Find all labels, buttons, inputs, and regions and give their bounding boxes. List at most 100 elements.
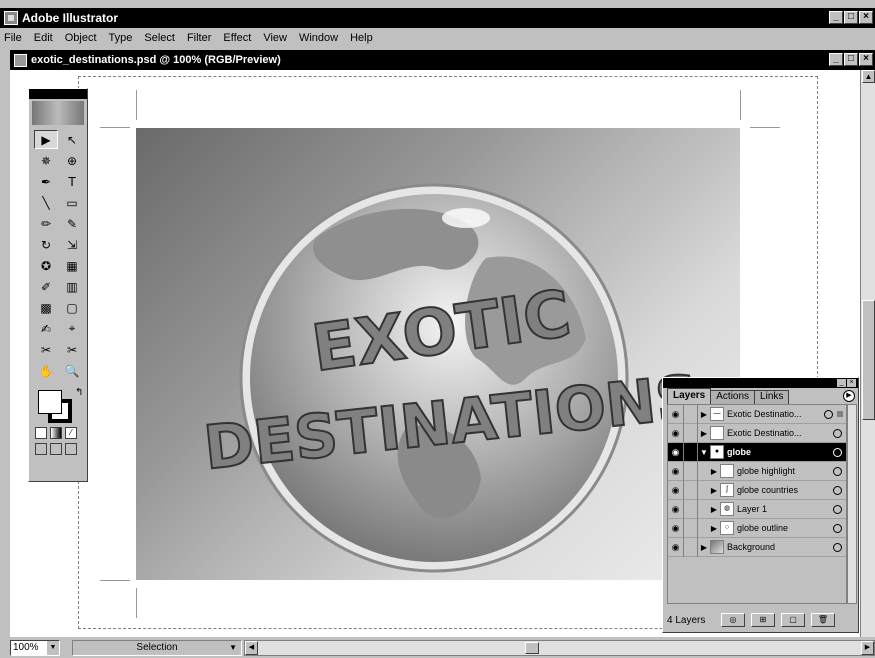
eyedropper-tool-icon[interactable]: ✍	[34, 319, 58, 338]
none-mode-icon[interactable]: ⁄	[65, 427, 77, 439]
magic-wand-tool-icon[interactable]: ✵	[34, 151, 58, 170]
gradient-mode-icon[interactable]	[50, 427, 62, 439]
pencil-tool-icon[interactable]: ✎	[60, 214, 84, 233]
visibility-eye-icon[interactable]: ◉	[668, 518, 684, 538]
scroll-up-icon[interactable]: ▲	[862, 70, 875, 83]
direct-selection-tool-icon[interactable]: ↖	[60, 130, 84, 149]
lock-toggle[interactable]	[684, 404, 698, 424]
graph-tool-icon[interactable]: ▥	[60, 277, 84, 296]
doc-minimize-button[interactable]: _	[829, 53, 843, 66]
paintbrush-tool-icon[interactable]: ✏	[34, 214, 58, 233]
symbol-sprayer-tool-icon[interactable]: ✐	[34, 277, 58, 296]
full-screen-mode-icon[interactable]	[65, 443, 77, 455]
status-menu[interactable]: Selection ▼	[72, 639, 242, 656]
menu-filter[interactable]: Filter	[187, 32, 211, 44]
standard-screen-mode-icon[interactable]	[35, 443, 47, 455]
doc-maximize-button[interactable]: □	[844, 53, 858, 66]
chevron-down-icon[interactable]: ▼	[229, 641, 237, 655]
layer-row[interactable]: ◉ ▶ ʃ globe countries	[668, 480, 846, 500]
menu-view[interactable]: View	[263, 32, 287, 44]
expand-triangle-icon[interactable]: ▶	[708, 505, 720, 514]
target-icon[interactable]	[824, 409, 833, 419]
chevron-down-icon[interactable]: ▼	[47, 640, 59, 655]
target-icon[interactable]	[833, 504, 842, 514]
lock-toggle[interactable]	[684, 442, 698, 462]
menu-object[interactable]: Object	[65, 32, 97, 44]
minimize-button[interactable]: _	[829, 11, 843, 24]
expand-triangle-icon[interactable]: ▶	[698, 543, 710, 552]
color-mode-icon[interactable]	[35, 427, 47, 439]
visibility-eye-icon[interactable]: ◉	[668, 480, 684, 500]
menu-effect[interactable]: Effect	[223, 32, 251, 44]
expand-triangle-icon[interactable]: ▶	[698, 410, 710, 419]
scissors-tool-icon[interactable]: ✂	[60, 340, 84, 359]
expand-triangle-icon[interactable]: ▶	[708, 524, 720, 533]
placed-artwork[interactable]: EXOTIC DESTINATIONS	[136, 128, 740, 580]
zoom-level-field[interactable]: 100% ▼	[10, 639, 60, 656]
document-icon[interactable]	[14, 53, 27, 67]
scale-tool-icon[interactable]: ⇲	[60, 235, 84, 254]
scroll-left-icon[interactable]: ◀	[245, 640, 258, 655]
layers-palette[interactable]: _ × Layers Actions Links ▶ ◉ ▶ — Exotic …	[662, 377, 859, 633]
layer-row[interactable]: ◉ ▶ globe highlight	[668, 461, 846, 481]
palette-menu-icon[interactable]: ▶	[843, 390, 855, 402]
visibility-eye-icon[interactable]: ◉	[668, 404, 684, 424]
collapse-triangle-icon[interactable]: ▼	[698, 448, 710, 457]
blend-tool-icon[interactable]: ⌖	[60, 319, 84, 338]
layer-row[interactable]: ◉ ▶ Background	[668, 537, 846, 557]
menu-window[interactable]: Window	[299, 32, 338, 44]
layer-row-selected[interactable]: ◉ ▼ ● globe	[668, 442, 846, 462]
full-screen-menu-mode-icon[interactable]	[50, 443, 62, 455]
expand-triangle-icon[interactable]: ▶	[698, 429, 710, 438]
layer-row[interactable]: ◉ ▶ ◍ Layer 1	[668, 499, 846, 519]
swap-fill-stroke-icon[interactable]: ↰	[75, 387, 83, 398]
mesh-tool-icon[interactable]: ▩	[34, 298, 58, 317]
zoom-tool-icon[interactable]: 🔍	[60, 361, 84, 380]
tab-actions[interactable]: Actions	[710, 390, 756, 404]
menu-type[interactable]: Type	[109, 32, 133, 44]
toolbox-palette[interactable]: ▶ ↖ ✵ ⊕ ✒ T ╲ ▭ ✏ ✎ ↻ ⇲ ✪ ▦ ✐ ▥ ▩ ▢ ✍ ⌖	[28, 88, 88, 482]
layers-scrollbar[interactable]	[847, 404, 857, 604]
scroll-right-icon[interactable]: ▶	[861, 640, 874, 655]
lock-toggle[interactable]	[684, 518, 698, 538]
type-tool-icon[interactable]: T	[60, 172, 84, 191]
expand-triangle-icon[interactable]: ▶	[708, 467, 720, 476]
pen-tool-icon[interactable]: ✒	[34, 172, 58, 191]
create-sublayer-icon[interactable]: ⊞	[751, 613, 775, 627]
menu-edit[interactable]: Edit	[34, 32, 53, 44]
visibility-eye-icon[interactable]: ◉	[668, 461, 684, 481]
lock-toggle[interactable]	[684, 499, 698, 519]
new-layer-icon[interactable]: ▢	[781, 613, 805, 627]
toolbox-titlebar[interactable]	[29, 89, 87, 99]
visibility-eye-icon[interactable]: ◉	[668, 499, 684, 519]
target-icon[interactable]	[833, 523, 842, 533]
hand-tool-icon[interactable]: ✋	[34, 361, 58, 380]
target-icon[interactable]	[833, 542, 842, 552]
lock-toggle[interactable]	[684, 480, 698, 500]
close-button[interactable]: ×	[859, 11, 873, 24]
rotate-tool-icon[interactable]: ↻	[34, 235, 58, 254]
layer-row[interactable]: ◉ ▶ — Exotic Destinatio...	[668, 404, 846, 424]
lock-toggle[interactable]	[684, 461, 698, 481]
rectangle-tool-icon[interactable]: ▭	[60, 193, 84, 212]
lock-toggle[interactable]	[684, 423, 698, 443]
maximize-button[interactable]: □	[844, 11, 858, 24]
tab-links[interactable]: Links	[754, 390, 790, 404]
target-icon[interactable]	[833, 466, 842, 476]
layers-palette-titlebar[interactable]: _ ×	[663, 378, 858, 388]
horizontal-scroll-thumb[interactable]	[525, 641, 539, 654]
warp-tool-icon[interactable]: ✪	[34, 256, 58, 275]
menu-file[interactable]: File	[4, 32, 22, 44]
layer-row[interactable]: ◉ ▶ Exotic Destinatio...	[668, 423, 846, 443]
palette-minimize-icon[interactable]: _	[837, 379, 846, 387]
visibility-eye-icon[interactable]: ◉	[668, 537, 684, 557]
vertical-scrollbar[interactable]: ▲	[860, 70, 875, 637]
visibility-eye-icon[interactable]: ◉	[668, 423, 684, 443]
fill-swatch[interactable]	[38, 390, 62, 414]
line-tool-icon[interactable]: ╲	[34, 193, 58, 212]
make-clipping-mask-icon[interactable]: ◎	[721, 613, 745, 627]
menu-select[interactable]: Select	[144, 32, 175, 44]
gradient-tool-icon[interactable]: ▢	[60, 298, 84, 317]
horizontal-scrollbar[interactable]: ◀ ▶	[244, 639, 875, 656]
free-transform-tool-icon[interactable]: ▦	[60, 256, 84, 275]
